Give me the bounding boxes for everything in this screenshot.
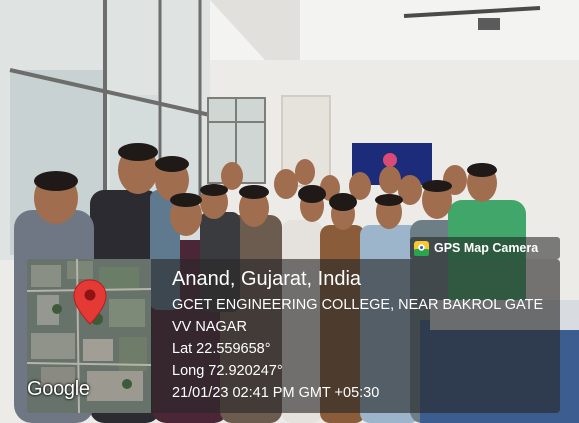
- location-title: Anand, Gujarat, India: [172, 268, 362, 290]
- gps-map-camera-label: GPS Map Camera: [434, 241, 539, 255]
- longitude-text: Long 72.920247°: [172, 363, 283, 379]
- address-line-1: GCET ENGINEERING COLLEGE, NEAR BAKROL GA…: [172, 297, 544, 313]
- gps-map-camera-app-icon: [414, 240, 429, 256]
- google-map-logo: Google: [27, 378, 90, 400]
- address-line-2: VV NAGAR: [172, 319, 247, 335]
- map-thumbnail: Google: [27, 259, 151, 413]
- gps-map-camera-badge: GPS Map Camera: [410, 237, 560, 259]
- latitude-text: Lat 22.559658°: [172, 341, 271, 357]
- map-pin-icon: [73, 279, 107, 325]
- timestamp-text: 21/01/23 02:41 PM GMT +05:30: [172, 385, 380, 401]
- location-details: Anand, Gujarat, India GCET ENGINEERING C…: [172, 266, 557, 404]
